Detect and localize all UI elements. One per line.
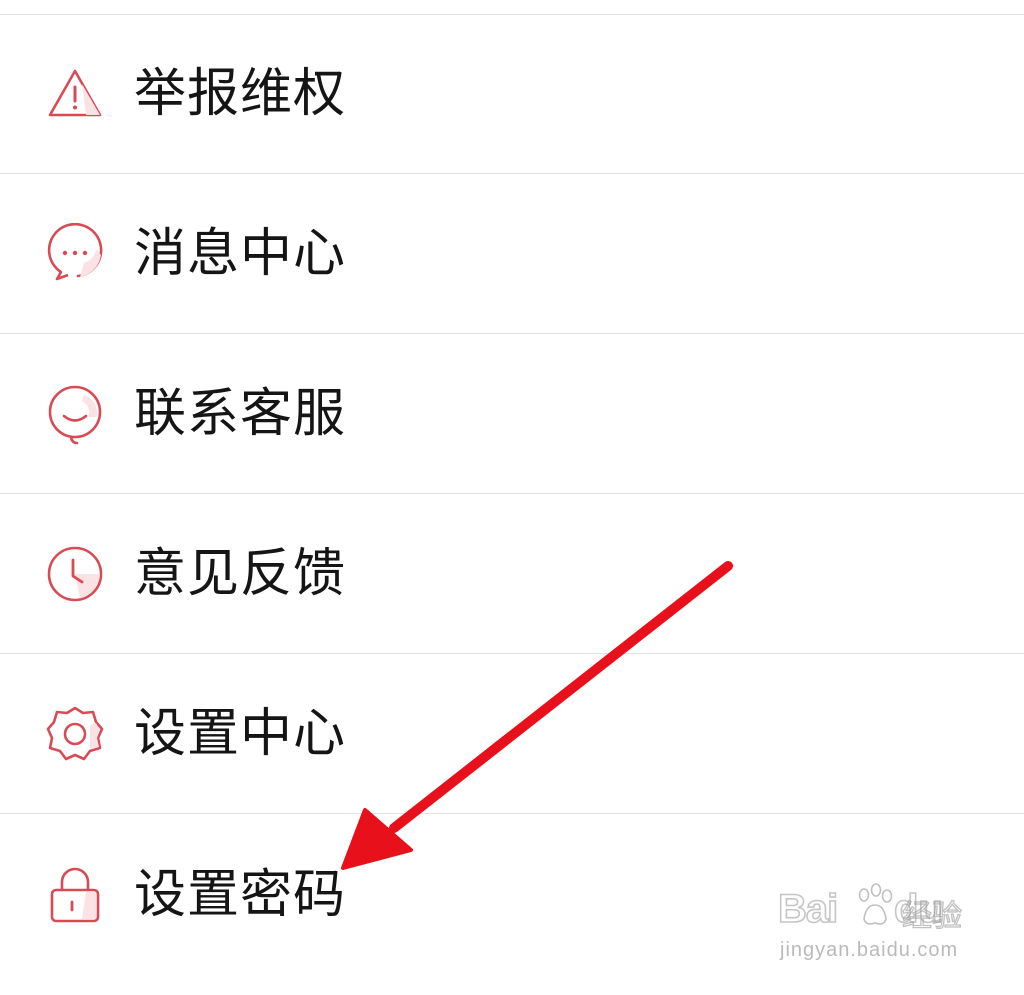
gear-icon [44, 703, 106, 765]
menu-item-label: 消息中心 [134, 224, 347, 284]
watermark-brand-cn: 经验 [901, 898, 962, 934]
warning-icon [44, 63, 106, 125]
menu-item-report[interactable]: 举报维权 [0, 15, 1024, 174]
message-icon [44, 223, 106, 285]
menu-item-feedback[interactable]: 意见反馈 [0, 495, 1024, 654]
menu-item-label: 意见反馈 [134, 544, 347, 604]
watermark-url: jingyan.baidu.com [780, 939, 959, 961]
menu-item-label: 设置密码 [134, 864, 347, 925]
customer-service-icon [44, 383, 106, 445]
menu-item-label: 联系客服 [134, 384, 347, 444]
menu-item-settings[interactable]: 设置中心 [0, 655, 1024, 814]
menu-item-customer-service[interactable]: 联系客服 [0, 335, 1024, 494]
clock-icon [44, 543, 106, 605]
settings-menu: 举报维权 消息中心 联系客服 意见反馈 设置中心 设置密码 [0, 0, 1024, 995]
menu-item-messages[interactable]: 消息中心 [0, 175, 1024, 334]
watermark-brand-bai: Bai [777, 886, 839, 932]
paw-logo-icon [858, 883, 893, 925]
menu-item-label: 设置中心 [134, 704, 347, 764]
menu-item-label: 举报维权 [134, 64, 347, 124]
lock-icon [44, 864, 106, 926]
